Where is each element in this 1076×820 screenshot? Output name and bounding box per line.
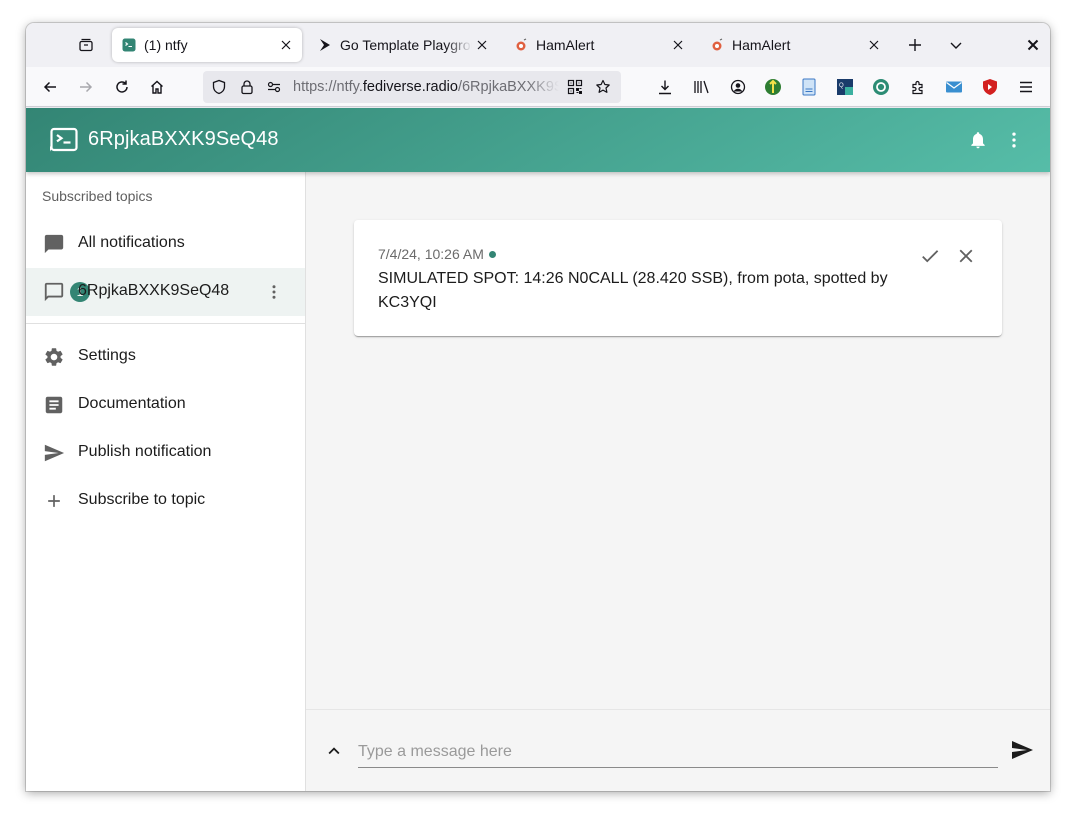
sidebar-item-all-notifications[interactable]: All notifications [26,220,305,268]
sidebar: Subscribed topics All notifications 1 6R… [26,172,306,791]
extension-ublock-icon[interactable] [978,75,1002,99]
downloads-icon[interactable] [653,75,677,99]
ntfy-favicon [122,38,136,52]
extensions-puzzle-icon[interactable] [906,75,930,99]
notification-date-text: 7/4/24, 10:26 AM [378,246,484,262]
lock-icon[interactable] [239,79,255,95]
topic-more-options-icon[interactable] [262,280,286,304]
message-composer [306,709,1050,791]
chat-icon [42,232,66,256]
tab-title: HamAlert [536,37,595,53]
sidebar-item-topic[interactable]: 1 6RpjkaBXXK9SeQ48 [26,268,305,316]
extension-doc-icon[interactable] [797,75,821,99]
sidebar-divider [26,323,305,324]
bookmark-star-icon[interactable] [595,79,611,95]
sidebar-item-subscribe-to-topic[interactable]: Subscribe to topic [26,477,305,525]
back-icon[interactable] [38,75,62,99]
notification-date: 7/4/24, 10:26 AM [378,246,496,262]
sidebar-item-settings[interactable]: Settings [26,333,305,381]
sidebar-item-label: Documentation [78,395,186,412]
account-icon[interactable] [726,75,750,99]
tracking-shield-icon[interactable] [211,79,227,95]
tab-ntfy[interactable]: (1) ntfy [112,28,302,62]
menu-icon[interactable] [1014,75,1038,99]
extension-callsign-icon[interactable]: Q [833,75,857,99]
send-icon [42,441,66,465]
sidebar-item-label: Settings [78,347,136,364]
new-indicator-dot [488,251,496,258]
sidebar-item-label: All notifications [78,234,185,251]
tab-list-icon[interactable] [72,33,100,57]
go-playground-favicon [318,38,332,52]
notification-bell-icon[interactable] [966,128,990,152]
url-bar[interactable]: https://ntfy.fediverse.radio/6RpjkaBXXK9… [203,71,621,103]
more-options-icon[interactable] [1002,128,1026,152]
notification-list: 7/4/24, 10:26 AM SIMULATED SPOT: 14:26 N… [306,172,1050,709]
qr-code-icon[interactable] [567,79,583,95]
close-window-icon[interactable] [1021,33,1045,57]
extension-ham-icon[interactable] [761,75,785,99]
ntfy-logo-icon [48,126,78,154]
navigation-toolbar: https://ntfy.fediverse.radio/6RpjkaBXXK9… [26,67,1050,107]
sidebar-item-label: Subscribe to topic [78,491,206,508]
close-icon[interactable] [954,244,978,268]
close-tab-icon[interactable] [276,35,296,55]
plus-icon [42,489,66,513]
tab-title: (1) ntfy [144,37,188,53]
extension-mail-icon[interactable] [942,75,966,99]
message-input[interactable] [358,736,998,768]
sidebar-subheader: Subscribed topics [42,188,153,204]
reload-icon[interactable] [110,75,134,99]
mark-read-check-icon[interactable] [918,244,942,268]
tab-go-template-playground[interactable]: Go Template Playground [308,28,498,62]
send-icon[interactable] [1010,738,1034,762]
app-bar: 6RpjkaBXXK9SeQ48 [26,108,1050,172]
new-tab-icon[interactable] [903,33,927,57]
hamalert-favicon [710,38,724,52]
sidebar-item-label: 6RpjkaBXXK9SeQ48 [78,282,230,299]
url-host: fediverse.radio [362,79,458,95]
tab-title: Go Template Playground [340,37,472,53]
close-tab-icon[interactable] [472,35,492,55]
article-icon [42,393,66,417]
tab-title: HamAlert [732,37,791,53]
forward-icon[interactable] [74,75,98,99]
permissions-icon[interactable] [266,79,282,95]
list-all-tabs-icon[interactable] [944,33,968,57]
library-icon[interactable] [690,75,714,99]
notification-card: 7/4/24, 10:26 AM SIMULATED SPOT: 14:26 N… [354,220,1002,336]
sidebar-item-label: Publish notification [78,443,212,460]
close-tab-icon[interactable] [668,35,688,55]
svg-text:Q: Q [839,83,844,89]
url-text: https://ntfy.fediverse.radio/6RpjkaBXXK9… [293,79,559,95]
url-path: /6RpjkaBXXK9SeQ48 [457,79,559,95]
sidebar-item-publish-notification[interactable]: Publish notification [26,429,305,477]
extension-sync-icon[interactable] [869,75,893,99]
chat-outline-icon: 1 [42,280,90,304]
tab-hamalert-2[interactable]: HamAlert [700,28,890,62]
chevron-up-icon[interactable] [322,739,346,763]
browser-window: (1) ntfy Go Template Playground HamAlert [26,23,1050,791]
tab-hamalert-1[interactable]: HamAlert [504,28,694,62]
home-icon[interactable] [145,75,169,99]
tab-strip: (1) ntfy Go Template Playground HamAlert [26,23,1050,67]
notification-message: SIMULATED SPOT: 14:26 N0CALL (28.420 SSB… [378,270,888,311]
gear-icon [42,345,66,369]
page-title: 6RpjkaBXXK9SeQ48 [88,128,279,150]
hamalert-favicon [514,38,528,52]
url-prefix: https://ntfy. [293,79,363,95]
sidebar-item-documentation[interactable]: Documentation [26,381,305,429]
close-tab-icon[interactable] [864,35,884,55]
